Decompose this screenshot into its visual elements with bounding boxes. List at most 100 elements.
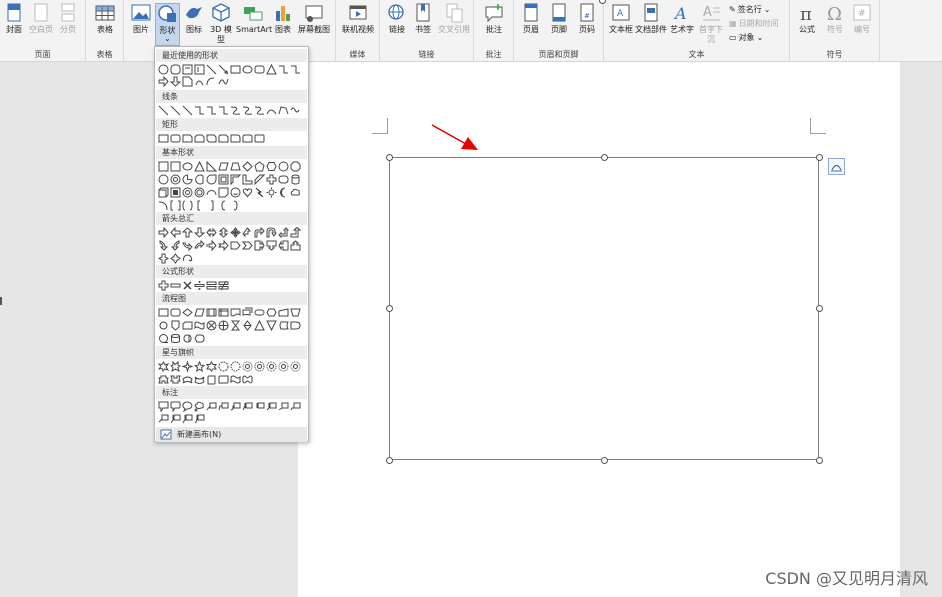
chord-icon[interactable] [194,174,205,185]
cover-page-button[interactable]: 封面 [3,3,25,35]
explosion-1-icon[interactable] [158,361,169,372]
down-arrow-callout-icon[interactable] [266,240,277,251]
flowchart-sort-icon[interactable] [242,320,253,331]
flowchart-preparation-icon[interactable] [266,307,277,318]
shapes-button[interactable]: 形状 ⌄ [155,3,180,46]
rect-callout-icon[interactable] [158,401,169,412]
star-32-icon[interactable] [290,361,301,372]
curved-ribbon-up-icon[interactable] [182,374,193,385]
flowchart-document-icon[interactable] [230,307,241,318]
pie-icon[interactable] [182,174,193,185]
icons-button[interactable]: 图标 [182,3,206,35]
lightning-bolt-icon[interactable] [254,187,265,198]
vertical-text-box-icon[interactable] [170,161,181,172]
hexagon-icon[interactable] [266,161,277,172]
curved-connector-icon[interactable] [230,105,241,116]
snip-rectangle-shape-icon[interactable] [182,76,193,87]
u-turn-arrow-icon[interactable] [266,227,277,238]
arrow-line-icon[interactable] [170,105,181,116]
flowchart-internal-storage-icon[interactable] [218,307,229,318]
flowchart-direct-access-icon[interactable] [182,333,193,344]
line-callout-accent-2-icon[interactable] [254,401,265,412]
bent-up-arrow-icon[interactable] [290,227,301,238]
l-shape-icon[interactable] [242,174,253,185]
oval-callout-icon[interactable] [182,401,193,412]
chart-button[interactable]: 图表 [272,3,294,35]
notched-right-arrow-icon[interactable] [218,240,229,251]
right-brace-icon[interactable] [230,200,241,211]
star-7-icon[interactable] [218,361,229,372]
symbol-button[interactable]: Ω 符号 [823,3,847,35]
block-right-arrow-icon[interactable] [158,227,169,238]
drop-cap-button[interactable]: A 首字下沉 [696,3,726,45]
flowchart-terminator-icon[interactable] [254,307,265,318]
diamond-icon[interactable] [242,161,253,172]
layout-options-button[interactable] [828,158,845,175]
blank-page-button[interactable]: 空白页 [28,3,54,35]
new-drawing-canvas-item[interactable]: 新建画布(N) [156,427,307,442]
page-number-button[interactable]: # 页码 [575,3,599,35]
decagon-icon[interactable] [158,174,169,185]
curved-right-arrow-icon[interactable] [158,240,169,251]
round-single-corner-icon[interactable] [230,133,241,144]
footer-button[interactable]: 页脚 [547,3,571,35]
flowchart-summing-junction-icon[interactable] [206,320,217,331]
explosion-2-icon[interactable] [170,361,181,372]
left-right-arrow-callout-icon[interactable] [158,253,169,264]
star-10-icon[interactable] [242,361,253,372]
flowchart-manual-operation-icon[interactable] [290,307,301,318]
math-multiply-icon[interactable] [182,280,193,291]
flowchart-multidocument-icon[interactable] [242,307,253,318]
cloud-icon[interactable] [290,187,301,198]
star-8-icon[interactable] [230,361,241,372]
heptagon-icon[interactable] [278,161,289,172]
line-callout-accent-1-icon[interactable] [242,401,253,412]
flowchart-magnetic-disk-icon[interactable] [170,333,181,344]
header-button[interactable]: 页眉 [519,3,543,35]
bracket-shape-icon[interactable] [170,64,181,75]
double-wave-icon[interactable] [242,374,253,385]
sun-icon[interactable] [266,187,277,198]
rounded-rectangle-shape-icon[interactable] [254,64,265,75]
resize-handle-bottom-left[interactable] [385,456,393,464]
arrow-line-shape-icon[interactable] [218,64,229,75]
right-triangle-icon[interactable] [206,161,217,172]
resize-handle-top-left[interactable] [385,153,393,161]
line-callout-border-1-icon[interactable] [278,401,289,412]
elbow-connector-icon[interactable] [194,105,205,116]
rounded-rect-callout-icon[interactable] [170,401,181,412]
moon-icon[interactable] [278,187,289,198]
down-arrow-shape-icon[interactable] [170,76,181,87]
snip-round-icon[interactable] [218,133,229,144]
no-symbol-icon[interactable] [194,187,205,198]
up-arrow-callout-icon[interactable] [290,240,301,251]
quad-arrow-icon[interactable] [230,227,241,238]
curved-down-arrow-icon[interactable] [194,240,205,251]
scribble-icon[interactable] [290,105,301,116]
triangle-shape-icon[interactable] [266,64,277,75]
resize-handle-top[interactable] [600,153,608,161]
textbox-shape-icon[interactable] [158,64,169,75]
elbow-arrow-shape-icon[interactable] [290,64,301,75]
curved-left-arrow-icon[interactable] [170,240,181,251]
flowchart-alt-process-icon[interactable] [170,307,181,318]
right-arrow-callout-icon[interactable] [254,240,265,251]
math-plus-icon[interactable] [158,280,169,291]
block-arc-icon[interactable] [206,187,217,198]
parallelogram-icon[interactable] [218,161,229,172]
pentagon-arrow-icon[interactable] [230,240,241,251]
double-brace-icon[interactable] [182,200,193,211]
flowchart-process-icon[interactable] [158,307,169,318]
flowchart-offpage-icon[interactable] [170,320,181,331]
flowchart-extract-icon[interactable] [254,320,265,331]
left-right-up-arrow-icon[interactable] [242,227,253,238]
rounded-rect-icon[interactable] [170,133,181,144]
smiley-face-icon[interactable] [230,187,241,198]
star-6-icon[interactable] [206,361,217,372]
curve-icon[interactable] [266,105,277,116]
curve-shape-icon[interactable] [194,76,205,87]
trapezoid-icon[interactable] [230,161,241,172]
flowchart-punched-tape-icon[interactable] [194,320,205,331]
snip-single-corner-icon[interactable] [182,133,193,144]
flowchart-display-icon[interactable] [194,333,205,344]
